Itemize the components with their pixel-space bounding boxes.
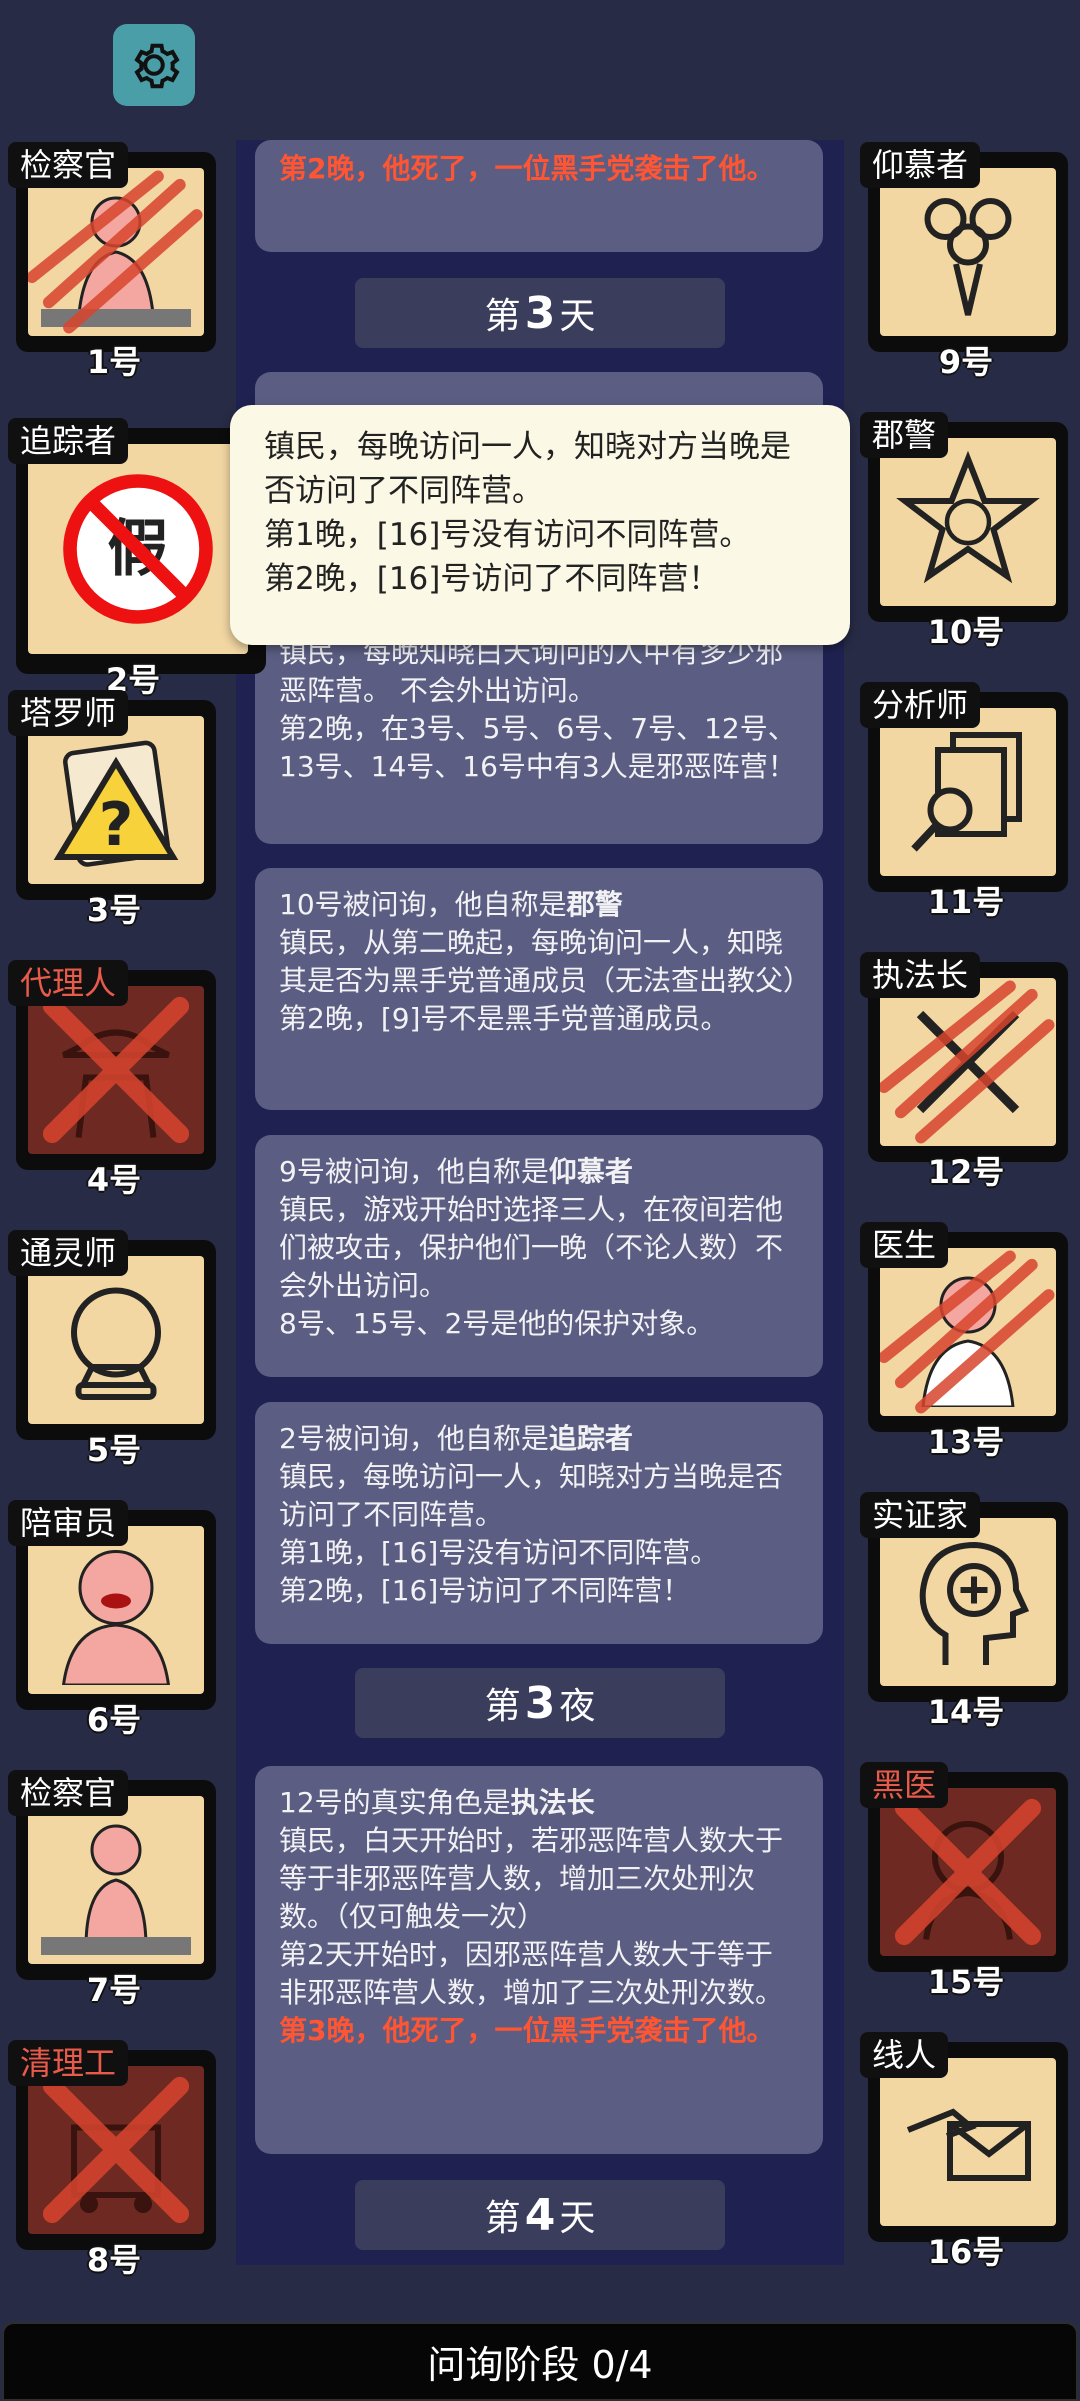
role-description: 镇民，白天开始时，若邪恶阵营人数大于等于非邪恶阵营人数，增加三次处刑次数。（仅可… bbox=[279, 1824, 784, 1933]
role-label: 郡警 bbox=[860, 412, 949, 458]
day-divider: 第4天 bbox=[355, 2180, 725, 2250]
claimed-role: 郡警 bbox=[566, 888, 623, 921]
tooltip-result: 第2晚，[16]号访问了不同阵营！ bbox=[264, 561, 720, 597]
player-card-6[interactable]: 陪审员 6号 bbox=[8, 1500, 216, 1739]
tooltip-description: 镇民，每晚访问一人，知晓对方当晚是否访问了不同阵营。 bbox=[264, 429, 791, 509]
player-number: 14号 bbox=[927, 1693, 1005, 1731]
documents-magnifier-icon bbox=[880, 708, 1056, 876]
player-number: 3号 bbox=[86, 891, 142, 929]
role-label: 仰慕者 bbox=[860, 142, 981, 188]
sheriff-badge-icon bbox=[880, 438, 1056, 606]
role-label: 黑医 bbox=[860, 1762, 949, 1808]
player-card-8[interactable]: 清理工 8号 bbox=[8, 2040, 216, 2279]
player-card-11[interactable]: 分析师 11号 bbox=[860, 682, 1068, 921]
player-card-13[interactable]: 医生 13号 bbox=[860, 1222, 1068, 1461]
log-entry-player-12: 12号的真实角色是执法长 镇民，白天开始时，若邪恶阵营人数大于等于非邪恶阵营人数… bbox=[255, 1766, 823, 2154]
prosecutor-figure-icon bbox=[28, 1796, 204, 1964]
night-result: 第2晚，[16]号访问了不同阵营！ bbox=[279, 1574, 691, 1607]
night-result: 8号、15号、2号是他的保护对象。 bbox=[279, 1307, 715, 1340]
night-result: 第1晚，[16]号没有访问不同阵营。 bbox=[279, 1536, 719, 1569]
day-divider: 第3天 bbox=[355, 278, 725, 348]
role-label: 陪审员 bbox=[8, 1500, 129, 1546]
role-label: 分析师 bbox=[860, 682, 981, 728]
night-result: 第2晚，在3号、5号、6号、7号、12号、13号、14号、16号中有3人是邪恶阵… bbox=[279, 712, 796, 783]
player-number: 12号 bbox=[927, 1153, 1005, 1191]
player-number: 9号 bbox=[938, 343, 994, 381]
crossed-tools-icon bbox=[880, 978, 1056, 1146]
player-number: 13号 bbox=[927, 1423, 1005, 1461]
role-label: 实证家 bbox=[860, 1492, 981, 1538]
player-number: 5号 bbox=[86, 1431, 142, 1469]
night-result: 第2晚，[9]号不是黑手党普通成员。 bbox=[279, 1002, 729, 1035]
log-entry-partial: 第2晚，他死了，一位黑手党袭击了他。 bbox=[255, 140, 823, 252]
role-label: 检察官 bbox=[8, 142, 129, 188]
player-card-7[interactable]: 检察官 7号 bbox=[8, 1770, 216, 2009]
doctor-figure-icon bbox=[880, 1248, 1056, 1416]
role-info-tooltip: 镇民，每晚访问一人，知晓对方当晚是否访问了不同阵营。 第1晚，[16]号没有访问… bbox=[230, 405, 850, 645]
player-card-2[interactable]: 假 追踪者 2号 bbox=[8, 418, 266, 699]
player-number: 1号 bbox=[86, 343, 142, 381]
role-label: 代理人 bbox=[8, 960, 129, 1006]
phase-label: 问询阶段 0/4 bbox=[427, 2343, 653, 2387]
night-divider: 第3夜 bbox=[355, 1668, 725, 1738]
juror-figure-icon bbox=[28, 1526, 204, 1694]
player-card-15[interactable]: 黑医 15号 bbox=[860, 1762, 1068, 2001]
true-role: 执法长 bbox=[510, 1786, 595, 1819]
role-description: 镇民，每晚访问一人，知晓对方当晚是否访问了不同阵营。 bbox=[279, 1460, 784, 1531]
player-number: 8号 bbox=[86, 2241, 142, 2279]
player-number: 11号 bbox=[927, 883, 1005, 921]
role-label: 线人 bbox=[860, 2032, 949, 2078]
svg-text:?: ? bbox=[99, 790, 134, 860]
log-entry-player-9: 9号被问询，他自称是仰慕者 镇民，游戏开始时选择三人，在夜间若他们被攻击，保护他… bbox=[255, 1135, 823, 1377]
agent-hat-icon bbox=[28, 986, 204, 1154]
death-notice: 第3晚，他死了，一位黑手党袭击了他。 bbox=[279, 2014, 775, 2047]
player-number: 15号 bbox=[927, 1963, 1005, 2001]
death-notice: 第2晚，他死了，一位黑手党袭击了他。 bbox=[279, 152, 775, 185]
fake-stamp-icon: 假 bbox=[28, 444, 248, 654]
role-description: 镇民，游戏开始时选择三人，在夜间若他们被攻击，保护他们一晚（不论人数）不会外出访… bbox=[279, 1193, 784, 1302]
player-card-1[interactable]: 检察官 1号 bbox=[8, 142, 216, 381]
claimed-role: 追踪者 bbox=[548, 1422, 633, 1455]
player-card-14[interactable]: 实证家 14号 bbox=[860, 1492, 1068, 1731]
phase-status-bar: 问询阶段 0/4 bbox=[2, 2322, 1078, 2401]
player-card-10[interactable]: 郡警 10号 bbox=[860, 412, 1068, 651]
tarot-question-icon: ? bbox=[28, 716, 204, 884]
tooltip-result: 第1晚，[16]号没有访问不同阵营。 bbox=[264, 517, 751, 553]
head-plus-icon bbox=[880, 1518, 1056, 1686]
player-card-4[interactable]: 代理人 4号 bbox=[8, 960, 216, 1199]
night-result: 第2天开始时，因邪恶阵营人数大于等于非邪恶阵营人数，增加了三次处刑次数。 bbox=[279, 1938, 784, 2009]
player-card-16[interactable]: 线人 16号 bbox=[860, 2032, 1068, 2271]
bouquet-icon bbox=[880, 168, 1056, 336]
player-number: 7号 bbox=[86, 1971, 142, 2009]
player-number: 6号 bbox=[86, 1701, 142, 1739]
role-label: 塔罗师 bbox=[8, 690, 129, 736]
role-label: 执法长 bbox=[860, 952, 981, 998]
player-number: 16号 bbox=[927, 2233, 1005, 2271]
claimed-role: 仰慕者 bbox=[548, 1155, 633, 1188]
settings-button[interactable] bbox=[113, 24, 195, 106]
player-card-5[interactable]: 通灵师 5号 bbox=[8, 1230, 216, 1469]
player-card-12[interactable]: 执法长 12号 bbox=[860, 952, 1068, 1191]
log-entry-player-2: 2号被问询，他自称是追踪者 镇民，每晚访问一人，知晓对方当晚是否访问了不同阵营。… bbox=[255, 1402, 823, 1644]
cleaner-cart-icon bbox=[28, 2066, 204, 2234]
hand-envelope-icon bbox=[880, 2058, 1056, 2226]
role-label: 医生 bbox=[860, 1222, 949, 1268]
role-label: 追踪者 bbox=[8, 418, 129, 464]
log-entry-player-10: 10号被问询，他自称是郡警 镇民，从第二晚起，每晚询问一人，知晓其是否为黑手党普… bbox=[255, 868, 823, 1110]
prosecutor-figure-icon bbox=[28, 168, 204, 336]
role-label: 通灵师 bbox=[8, 1230, 129, 1276]
crystal-ball-icon bbox=[28, 1256, 204, 1424]
gear-icon bbox=[134, 43, 180, 89]
role-description: 镇民，从第二晚起，每晚询问一人，知晓其是否为黑手党普通成员（无法查出教父） bbox=[279, 926, 812, 997]
player-number: 10号 bbox=[927, 613, 1005, 651]
player-number: 4号 bbox=[86, 1161, 142, 1199]
role-label: 清理工 bbox=[8, 2040, 129, 2086]
player-card-9[interactable]: 仰慕者 9号 bbox=[860, 142, 1068, 381]
role-label: 检察官 bbox=[8, 1770, 129, 1816]
player-card-3[interactable]: ? 塔罗师 3号 bbox=[8, 690, 216, 929]
black-doctor-icon bbox=[880, 1788, 1056, 1956]
role-description: 镇民，每晚知晓白天询问的人中有多少邪恶阵营。 不会外出访问。 bbox=[279, 636, 784, 707]
